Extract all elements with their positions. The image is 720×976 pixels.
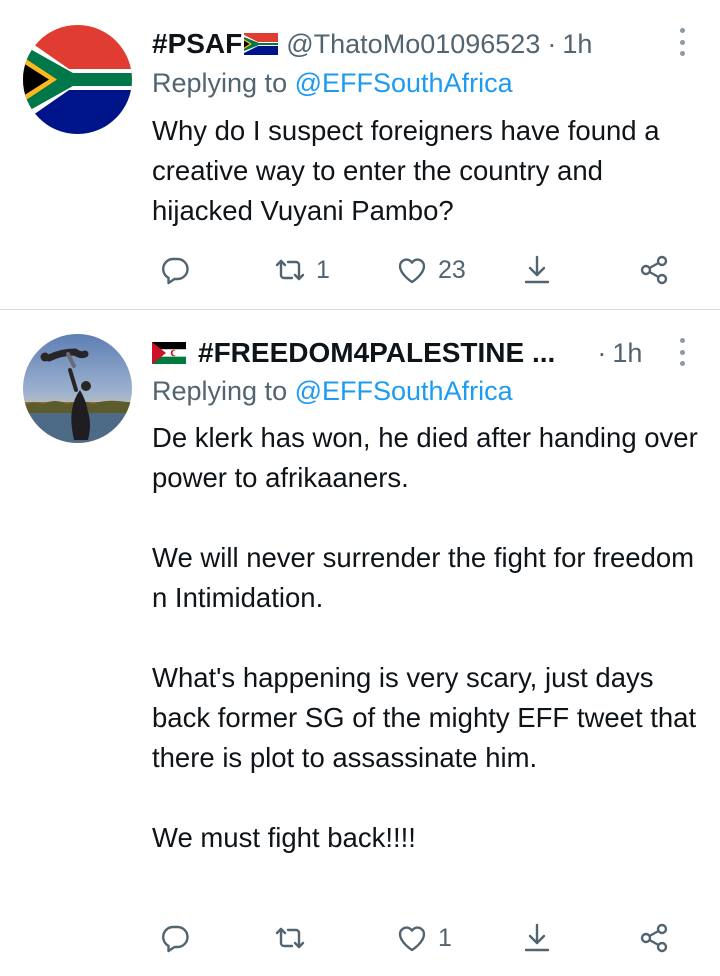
replying-to: Replying to @EFFSouthAfrica bbox=[152, 68, 513, 99]
timestamp[interactable]: 1h bbox=[562, 29, 592, 60]
retweet-icon bbox=[275, 927, 305, 949]
reply-icon bbox=[162, 925, 189, 953]
replying-label: Replying to bbox=[152, 376, 288, 406]
tweet-2[interactable]: #FREEDOM4PALESTINE ... · 1h Replying to … bbox=[0, 310, 720, 976]
retweet-button[interactable]: 1 bbox=[274, 250, 330, 290]
tweet-paragraph: We must fight back!!!! bbox=[152, 822, 416, 853]
display-name-text[interactable]: #PSAF bbox=[152, 28, 242, 60]
more-icon[interactable] bbox=[678, 28, 686, 56]
display-name[interactable]: #PSAF bbox=[152, 28, 279, 60]
share-button[interactable] bbox=[522, 918, 552, 958]
network-share-icon bbox=[640, 255, 668, 285]
user-handle[interactable]: @ThatoMo01096523 bbox=[286, 29, 540, 60]
tweet-actions: 1 bbox=[152, 918, 692, 958]
western-sahara-flag-icon bbox=[152, 342, 186, 364]
share-button[interactable] bbox=[522, 250, 552, 290]
retweet-count: 1 bbox=[316, 255, 330, 284]
separator-dot: · bbox=[547, 28, 557, 59]
separator-dot: · bbox=[597, 337, 607, 368]
share-icon bbox=[524, 255, 550, 284]
tweet-paragraph: We will never surrender the fight for fr… bbox=[152, 542, 695, 613]
tweet-paragraph: What's happening is very scary, just day… bbox=[152, 662, 697, 773]
replying-mention[interactable]: @EFFSouthAfrica bbox=[295, 376, 513, 406]
display-name[interactable]: #FREEDOM4PALESTINE ... bbox=[152, 337, 555, 369]
replying-to: Replying to @EFFSouthAfrica bbox=[152, 376, 513, 407]
replying-mention[interactable]: @EFFSouthAfrica bbox=[295, 68, 513, 98]
tweet-text: Why do I suspect foreigners have found a… bbox=[152, 111, 700, 231]
like-count: 23 bbox=[438, 255, 466, 284]
network-share-icon bbox=[640, 923, 668, 953]
network-share-button[interactable] bbox=[638, 918, 670, 958]
reply-button[interactable] bbox=[160, 250, 190, 290]
tweet-paragraph: Why do I suspect foreigners have found a… bbox=[152, 115, 660, 226]
retweet-icon bbox=[275, 259, 305, 281]
reply-button[interactable] bbox=[160, 918, 190, 958]
more-icon[interactable] bbox=[678, 338, 686, 366]
tweet-header: #FREEDOM4PALESTINE ... · 1h bbox=[152, 336, 670, 370]
display-name-text[interactable]: #FREEDOM4PALESTINE ... bbox=[198, 337, 555, 369]
tweet-header: #PSAF @ThatoMo01096523 · 1h bbox=[152, 27, 670, 61]
tweet-actions: 1 23 bbox=[152, 250, 692, 290]
south-africa-flag-icon bbox=[244, 33, 279, 55]
timestamp[interactable]: 1h bbox=[612, 338, 642, 369]
tweet-paragraph: De klerk has won, he died after handing … bbox=[152, 422, 698, 493]
share-icon bbox=[524, 923, 550, 952]
replying-label: Replying to bbox=[152, 68, 288, 98]
reply-icon bbox=[162, 257, 189, 285]
like-icon bbox=[398, 926, 426, 952]
tweet-text: De klerk has won, he died after handing … bbox=[152, 418, 700, 858]
network-share-button[interactable] bbox=[638, 250, 670, 290]
retweet-button[interactable] bbox=[274, 918, 306, 958]
like-icon bbox=[398, 258, 426, 284]
like-button[interactable]: 1 bbox=[396, 918, 452, 958]
like-button[interactable]: 23 bbox=[396, 250, 466, 290]
avatar-photo[interactable] bbox=[23, 334, 132, 443]
tweet-1[interactable]: #PSAF @ThatoMo01096523 · 1h Replying to … bbox=[0, 0, 720, 309]
avatar-south-africa-flag[interactable] bbox=[23, 25, 132, 134]
like-count: 1 bbox=[438, 923, 452, 952]
